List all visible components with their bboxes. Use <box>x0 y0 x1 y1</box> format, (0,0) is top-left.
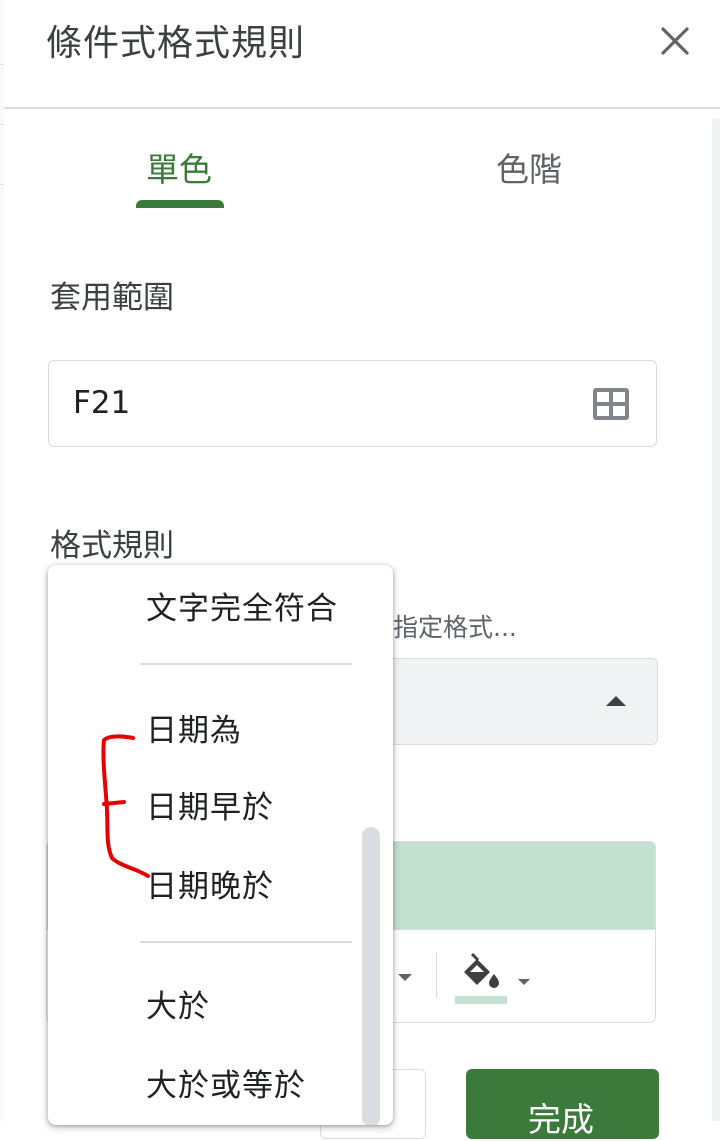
menu-item-label: 日期晚於 <box>146 869 274 905</box>
range-value[interactable]: F21 <box>73 385 130 421</box>
fill-bucket-icon <box>464 952 530 988</box>
select-range-button[interactable] <box>591 386 631 422</box>
range-label: 套用範圍 <box>50 280 174 316</box>
toolbar-divider <box>436 952 437 998</box>
menu-separator <box>140 663 352 665</box>
tab-single-color[interactable]: 單色 <box>146 143 212 191</box>
tab-selected-indicator <box>136 200 224 208</box>
menu-item-date-before[interactable]: 日期早於 <box>48 768 378 838</box>
menu-item-date-after[interactable]: 日期晚於 <box>48 847 378 917</box>
done-button-label: 完成 <box>528 1100 594 1139</box>
menu-scrollbar[interactable] <box>362 827 380 1125</box>
caret-up-icon <box>606 696 626 706</box>
close-icon <box>661 27 689 55</box>
menu-item-label: 日期早於 <box>146 790 274 826</box>
menu-item-date-is[interactable]: 日期為 <box>48 691 378 761</box>
grid-select-icon <box>593 388 629 420</box>
sheet-row-line <box>0 64 4 65</box>
menu-item-greater-or-equal[interactable]: 大於或等於 <box>48 1046 378 1116</box>
sheet-row-line <box>0 124 4 125</box>
menu-item-label: 大於 <box>146 989 210 1025</box>
panel-scroll-track <box>712 118 720 1121</box>
panel-title: 條件式格式規則 <box>46 23 306 64</box>
sheet-background-strip <box>0 0 4 1121</box>
menu-item-label: 大於或等於 <box>146 1068 306 1104</box>
condition-dropdown-menu: 文字完全符合 日期為 日期早於 日期晚於 大於 大於或等於 <box>48 565 393 1125</box>
format-rules-label: 格式規則 <box>50 528 174 564</box>
menu-item-greater-than[interactable]: 大於 <box>48 967 378 1037</box>
done-button[interactable]: 完成 <box>466 1069 659 1139</box>
close-button[interactable] <box>652 18 698 64</box>
header-divider <box>4 107 720 109</box>
tab-color-scale[interactable]: 色階 <box>496 143 562 191</box>
menu-item-text-exactly[interactable]: 文字完全符合 <box>48 569 378 639</box>
menu-item-label: 日期為 <box>146 713 242 749</box>
fill-color-swatch <box>455 996 507 1004</box>
menu-item-label: 文字完全符合 <box>146 591 338 627</box>
dropdown-caret-icon[interactable] <box>398 974 412 981</box>
sheet-row-line <box>0 184 4 185</box>
menu-separator <box>140 941 352 943</box>
range-input[interactable]: F21 <box>48 360 657 447</box>
